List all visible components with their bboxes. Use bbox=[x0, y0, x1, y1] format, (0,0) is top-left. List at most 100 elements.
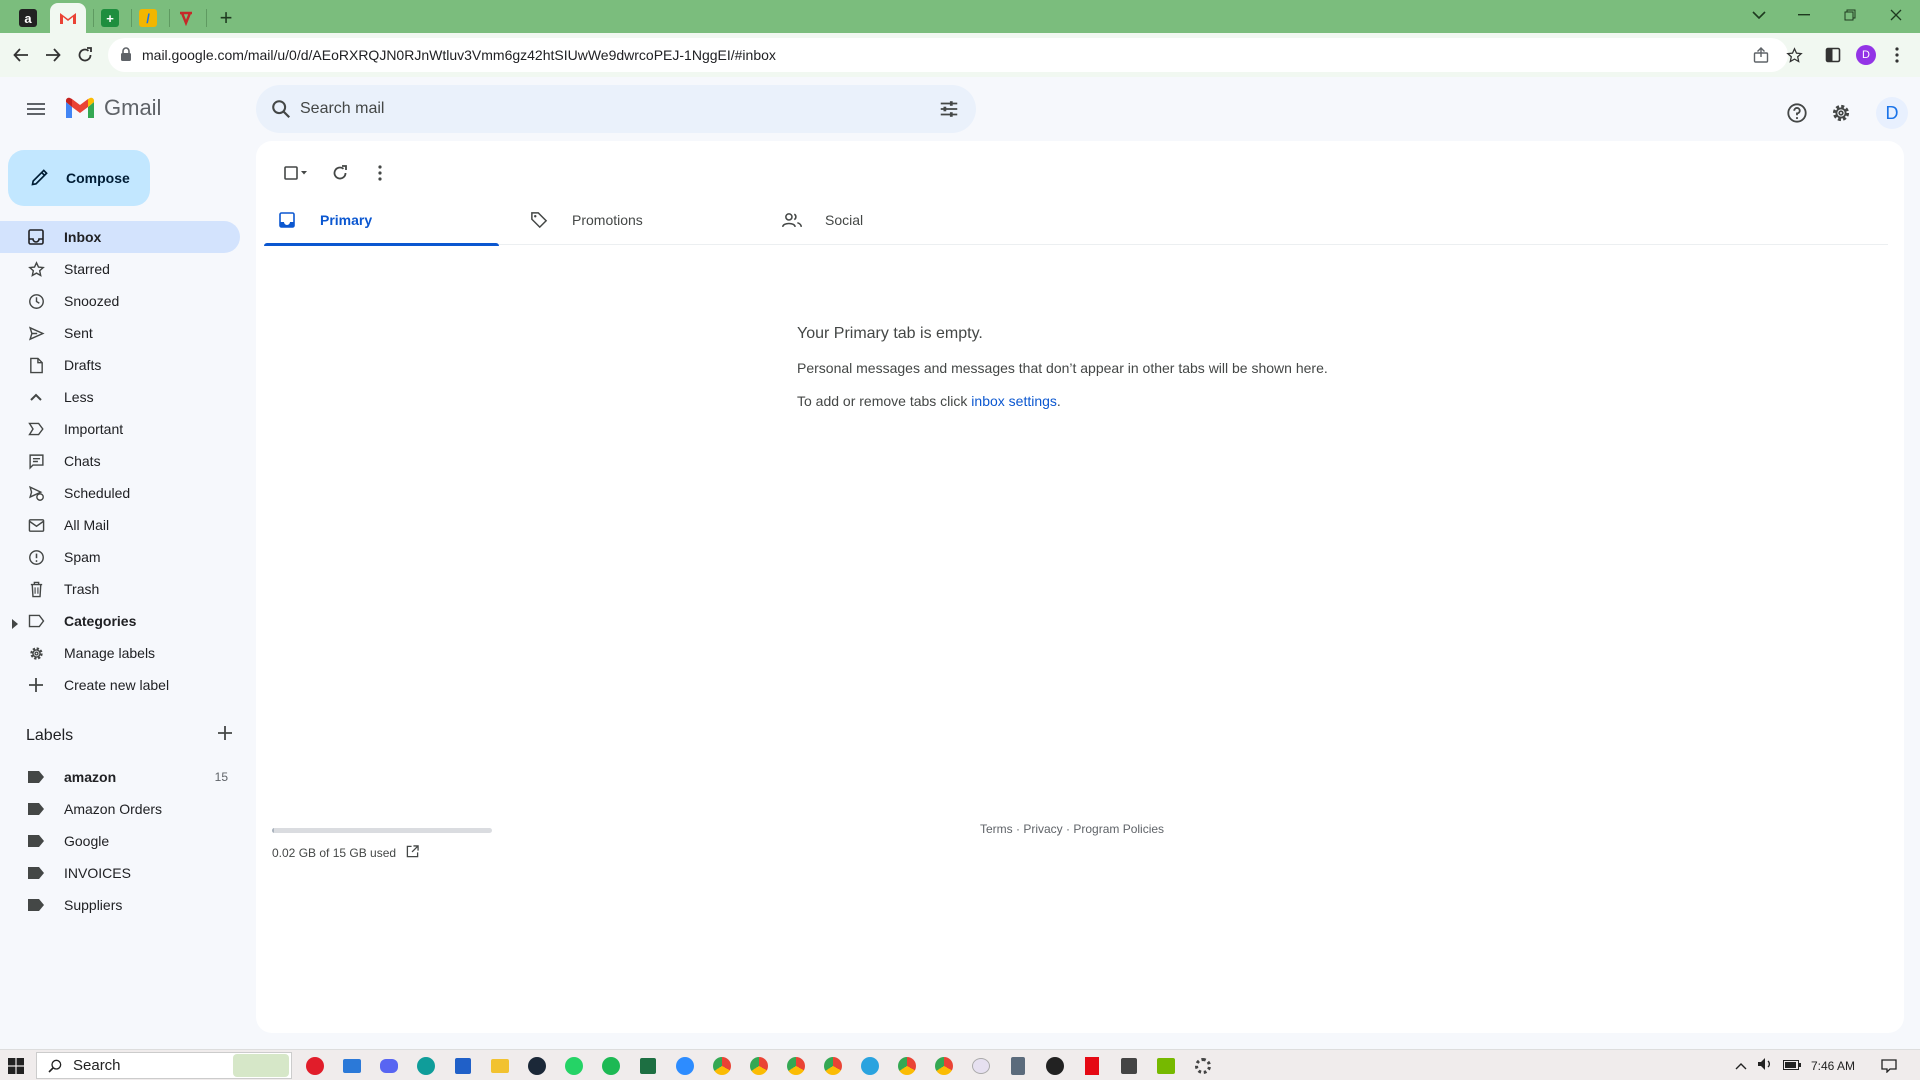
windows-start-icon[interactable] bbox=[5, 1055, 27, 1077]
excel-icon[interactable] bbox=[637, 1055, 659, 1077]
more-options-icon[interactable] bbox=[360, 153, 400, 193]
store-icon[interactable] bbox=[452, 1055, 474, 1077]
inbox-settings-link[interactable]: inbox settings bbox=[971, 393, 1057, 409]
select-all-checkbox[interactable] bbox=[272, 153, 320, 193]
sidebar-item-less[interactable]: Less bbox=[0, 381, 240, 413]
volume-icon[interactable] bbox=[1757, 1057, 1773, 1074]
forward-button[interactable] bbox=[38, 40, 68, 70]
tab-label: Primary bbox=[320, 212, 373, 228]
sidebar-item-starred[interactable]: Starred bbox=[0, 253, 240, 285]
external-link-icon[interactable] bbox=[406, 845, 419, 861]
chrome-active-icon[interactable] bbox=[785, 1055, 807, 1077]
taskbar-search-box[interactable]: Search bbox=[36, 1052, 292, 1079]
battery-icon[interactable] bbox=[1783, 1059, 1801, 1073]
search-options-icon[interactable] bbox=[938, 98, 960, 125]
chrome-icon[interactable] bbox=[711, 1055, 733, 1077]
account-avatar[interactable]: D bbox=[1876, 97, 1908, 129]
expand-arrow-icon[interactable] bbox=[12, 616, 18, 632]
sidebar-item-inbox[interactable]: Inbox bbox=[0, 221, 240, 253]
sidebar-item-important[interactable]: Important bbox=[0, 413, 240, 445]
mail-app-icon[interactable] bbox=[341, 1055, 363, 1077]
program-policies-link[interactable]: Program Policies bbox=[1073, 822, 1164, 836]
close-window-button[interactable] bbox=[1873, 0, 1919, 29]
sidebar-item-scheduled[interactable]: Scheduled bbox=[0, 477, 240, 509]
zoom-icon[interactable] bbox=[674, 1055, 696, 1077]
address-bar[interactable]: mail.google.com/mail/u/0/d/AEoRXRQJN0RJn… bbox=[108, 38, 1788, 72]
back-button[interactable] bbox=[6, 40, 36, 70]
new-tab-button[interactable]: + bbox=[212, 3, 240, 33]
calculator-icon[interactable] bbox=[1007, 1055, 1029, 1077]
search-bar[interactable] bbox=[256, 85, 976, 133]
bookmark-star-icon[interactable] bbox=[1783, 44, 1805, 66]
label-item-google[interactable]: Google bbox=[0, 825, 240, 857]
tab-search-chevron-icon[interactable] bbox=[1736, 0, 1782, 29]
chrome-profile-3-icon[interactable] bbox=[896, 1055, 918, 1077]
nvidia-icon[interactable] bbox=[1155, 1055, 1177, 1077]
netflix-icon[interactable] bbox=[1081, 1055, 1103, 1077]
browser-menu-icon[interactable] bbox=[1886, 44, 1908, 66]
sidebar-item-drafts[interactable]: Drafts bbox=[0, 349, 240, 381]
privacy-link[interactable]: Privacy bbox=[1023, 822, 1062, 836]
main-menu-button[interactable] bbox=[20, 93, 52, 125]
sidebar-item-categories[interactable]: Categories bbox=[0, 605, 240, 637]
browser-tab-gmail[interactable] bbox=[50, 3, 86, 33]
sidebar-item-create-label[interactable]: Create new label bbox=[0, 669, 240, 701]
discord-icon[interactable] bbox=[378, 1055, 400, 1077]
help-icon[interactable] bbox=[1781, 97, 1813, 129]
settings-gear-icon[interactable] bbox=[1825, 97, 1857, 129]
label-item-amazon[interactable]: amazon 15 bbox=[0, 761, 240, 793]
terms-link[interactable]: Terms bbox=[980, 822, 1013, 836]
sidebar-item-spam[interactable]: Spam bbox=[0, 541, 240, 573]
sidebar-item-chats[interactable]: Chats bbox=[0, 445, 240, 477]
side-panel-icon[interactable] bbox=[1822, 44, 1844, 66]
edge-icon[interactable] bbox=[415, 1055, 437, 1077]
browser-tab-app[interactable]: / bbox=[134, 3, 162, 33]
compose-button[interactable]: Compose bbox=[8, 150, 150, 206]
tab-social[interactable]: Social bbox=[769, 195, 1004, 245]
profile-avatar[interactable]: D bbox=[1855, 44, 1877, 66]
search-icon[interactable] bbox=[270, 98, 292, 125]
share-icon[interactable] bbox=[1750, 44, 1772, 66]
telegram-icon[interactable] bbox=[859, 1055, 881, 1077]
sidebar-item-snoozed[interactable]: Snoozed bbox=[0, 285, 240, 317]
chrome-profile-2-icon[interactable] bbox=[822, 1055, 844, 1077]
gmail-logo[interactable]: Gmail bbox=[64, 95, 161, 121]
app-red-icon[interactable] bbox=[304, 1055, 326, 1077]
send-icon bbox=[26, 323, 46, 343]
browser-tab-todoist[interactable] bbox=[172, 3, 200, 33]
sidebar-item-trash[interactable]: Trash bbox=[0, 573, 240, 605]
restore-button[interactable] bbox=[1827, 0, 1873, 29]
empty-title: Your Primary tab is empty. bbox=[797, 325, 983, 342]
chrome-profile-icon[interactable] bbox=[748, 1055, 770, 1077]
clock-time[interactable]: 7:46 AM bbox=[1811, 1059, 1855, 1073]
sidebar-item-all-mail[interactable]: All Mail bbox=[0, 509, 240, 541]
taskbar-settings-icon[interactable] bbox=[1192, 1055, 1214, 1077]
label-item-invoices[interactable]: INVOICES bbox=[0, 857, 240, 889]
notification-icon[interactable] bbox=[1878, 1055, 1900, 1077]
paint-icon[interactable] bbox=[970, 1055, 992, 1077]
label-item-suppliers[interactable]: Suppliers bbox=[0, 889, 240, 921]
browser-tab-amazon[interactable]: a bbox=[14, 3, 42, 33]
sidebar-item-manage-labels[interactable]: Manage labels bbox=[0, 637, 240, 669]
search-input[interactable] bbox=[300, 100, 860, 118]
minimize-button[interactable] bbox=[1781, 0, 1827, 29]
chrome-profile-4-icon[interactable] bbox=[933, 1055, 955, 1077]
chevron-favicon-icon bbox=[177, 9, 195, 27]
browser-tab-sheets[interactable]: + bbox=[96, 3, 124, 33]
file-explorer-icon[interactable] bbox=[489, 1055, 511, 1077]
refresh-icon[interactable] bbox=[320, 153, 360, 193]
whatsapp-icon[interactable] bbox=[563, 1055, 585, 1077]
notes-icon[interactable] bbox=[1118, 1055, 1140, 1077]
spotify-icon[interactable] bbox=[600, 1055, 622, 1077]
steam-icon[interactable] bbox=[526, 1055, 548, 1077]
label-item-amazon-orders[interactable]: Amazon Orders bbox=[0, 793, 240, 825]
tab-primary[interactable]: Primary bbox=[264, 195, 499, 246]
tab-promotions[interactable]: Promotions bbox=[516, 195, 751, 245]
reload-button[interactable] bbox=[70, 40, 100, 70]
obs-icon[interactable] bbox=[1044, 1055, 1066, 1077]
tray-overflow-chevron-icon[interactable] bbox=[1735, 1059, 1747, 1073]
sidebar-item-sent[interactable]: Sent bbox=[0, 317, 240, 349]
empty-description: Personal messages and messages that don’… bbox=[797, 360, 1328, 376]
create-label-plus-icon[interactable] bbox=[218, 726, 232, 745]
sidebar-item-label: Less bbox=[64, 389, 94, 405]
